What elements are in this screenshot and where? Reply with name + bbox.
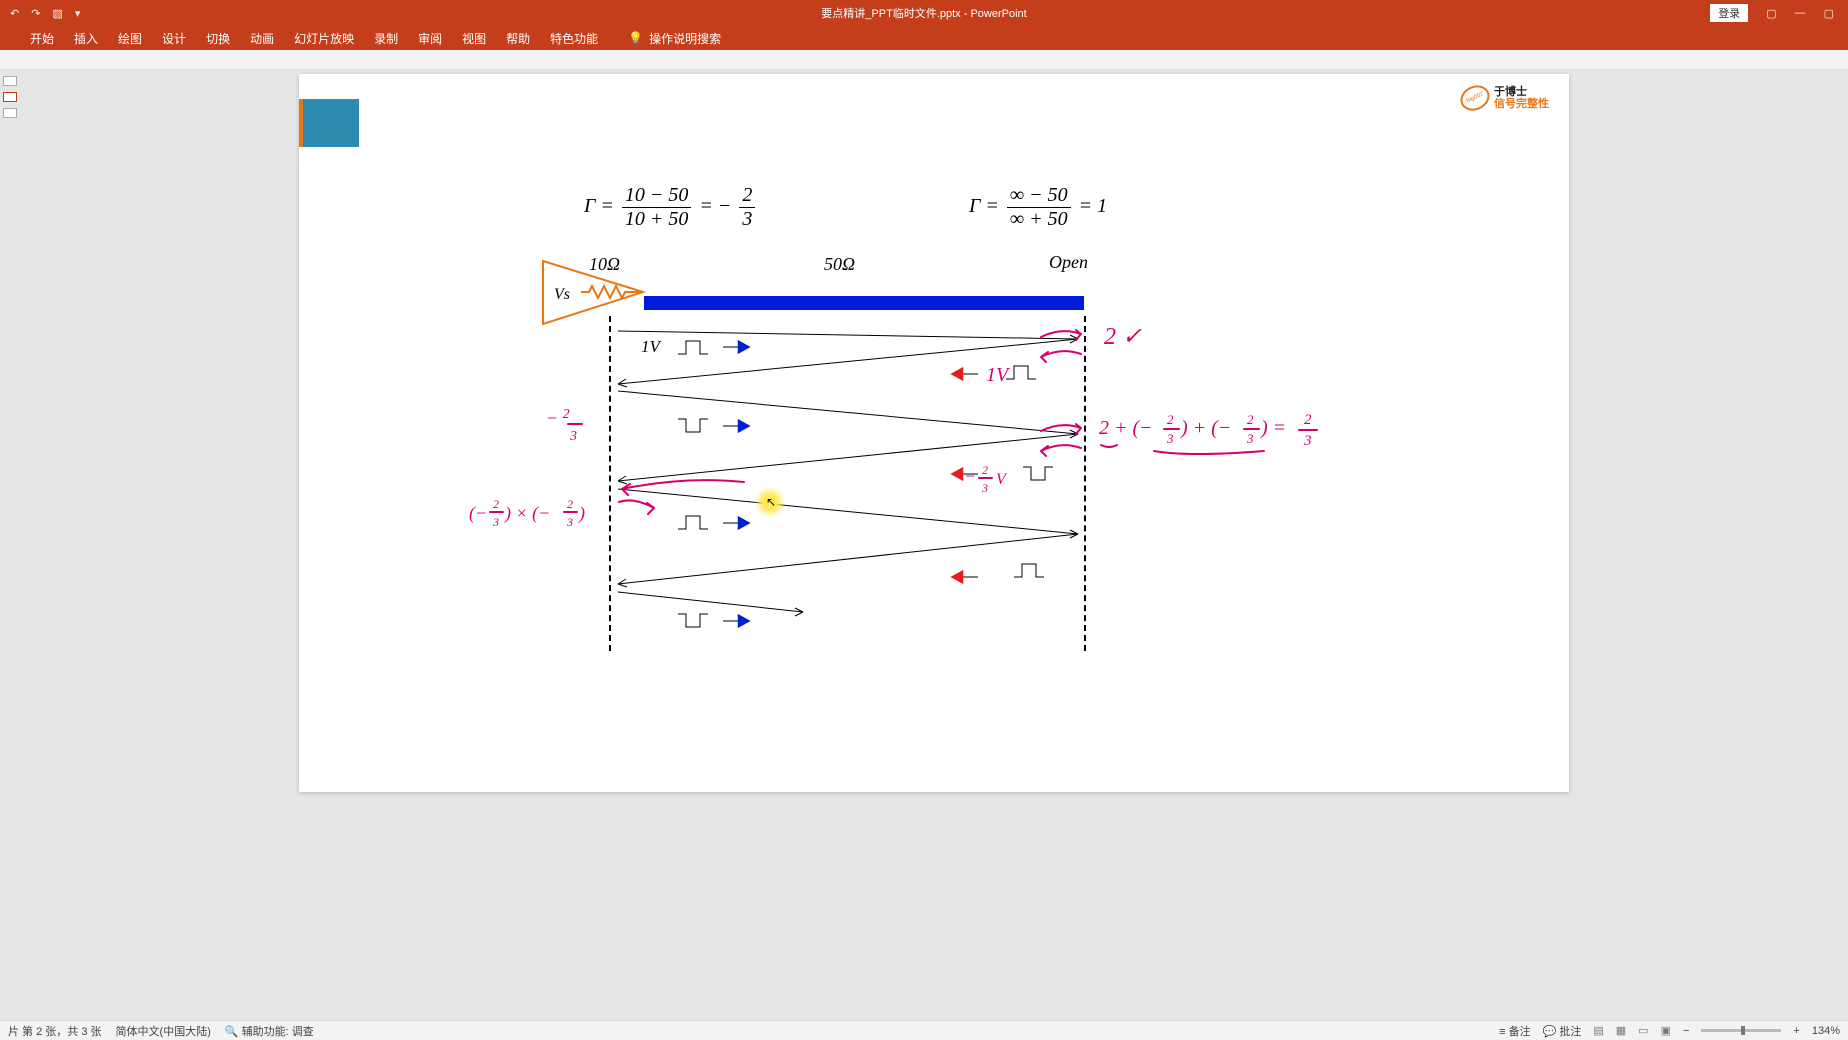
svg-text:) × (−: ) × (− (504, 503, 550, 524)
svg-text:2: 2 (982, 463, 988, 477)
thumbnail-3[interactable] (3, 108, 17, 118)
svg-text:3: 3 (981, 481, 988, 495)
tab-features[interactable]: 特色功能 (550, 30, 598, 47)
ann-sum: 2 + (− 2 3 ) + (− 2 3 ) = 2 3 (1099, 409, 1499, 469)
tab-design[interactable]: 设计 (162, 30, 186, 47)
formula-gamma-source: Γ = 10 − 5010 + 50 = − 23 (584, 184, 758, 231)
ribbon-toolbar (0, 50, 1848, 70)
tab-view[interactable]: 视图 (462, 30, 486, 47)
svg-text:2: 2 (1304, 412, 1312, 428)
logo-line2: 信号完整性 (1494, 98, 1549, 110)
tell-me-search[interactable]: 💡 操作说明搜索 (628, 30, 721, 47)
zoom-level[interactable]: 134% (1812, 1025, 1840, 1037)
ann-2v: 2 ✓ (1104, 324, 1174, 361)
label-1v: 1V (641, 337, 660, 357)
slideshow-view-icon[interactable]: ▣ (1661, 1024, 1671, 1037)
ann-squiggle-2 (1036, 342, 1106, 372)
slide-counter[interactable]: 片 第 2 张，共 3 张 (8, 1023, 102, 1039)
notes-button[interactable]: ≡ 备注 (1499, 1023, 1530, 1039)
slide-thumbnails[interactable] (0, 70, 20, 1020)
tab-help[interactable]: 帮助 (506, 30, 530, 47)
ann-neg23v: −2 3V (964, 462, 1029, 503)
logo-swoosh-icon: Sig007 (1456, 81, 1493, 115)
sorter-view-icon[interactable]: ▦ (1616, 1024, 1626, 1037)
zoom-in-icon[interactable]: + (1793, 1025, 1799, 1037)
qat-dropdown-icon[interactable]: ▾ (75, 7, 81, 20)
reading-view-icon[interactable]: ▭ (1638, 1024, 1648, 1037)
minimize-icon[interactable]: — (1795, 7, 1806, 19)
redo-icon[interactable]: ↷ (31, 7, 40, 20)
thumbnail-1[interactable] (3, 76, 17, 86)
svg-text:): ) (578, 503, 585, 524)
tab-draw[interactable]: 绘图 (118, 30, 142, 47)
undo-icon[interactable]: ↶ (10, 7, 19, 20)
svg-text:2 + (−: 2 + (− (1099, 417, 1153, 439)
tab-review[interactable]: 审阅 (418, 30, 442, 47)
from-beginning-icon[interactable]: ▧ (52, 7, 62, 20)
tab-transitions[interactable]: 切换 (206, 30, 230, 47)
language-indicator[interactable]: 简体中文(中国大陆) (116, 1023, 211, 1039)
svg-text:) =: ) = (1260, 417, 1286, 439)
formula-gamma-load: Γ = ∞ − 50∞ + 50 = 1 (969, 184, 1107, 231)
svg-text:2: 2 (1247, 412, 1254, 427)
accessibility-check[interactable]: 🔍 辅助功能: 调查 (225, 1023, 314, 1039)
tab-slideshow[interactable]: 幻灯片放映 (294, 30, 354, 47)
tab-insert[interactable]: 插入 (74, 30, 98, 47)
ann-1v: 1V (986, 364, 1008, 387)
svg-text:−: − (964, 466, 976, 486)
title-placeholder[interactable] (299, 99, 359, 147)
workspace: Sig007 于博士 信号完整性 Γ = 10 − 5010 + 50 = − … (0, 70, 1848, 1020)
normal-view-icon[interactable]: ▤ (1593, 1024, 1603, 1037)
svg-text:2: 2 (1167, 412, 1174, 427)
logo-line1: 于博士 (1494, 86, 1549, 98)
comments-button[interactable]: 💬 批注 (1543, 1023, 1582, 1039)
lightbulb-icon: 💡 (628, 31, 643, 45)
ann-neg23-left: − 23 (546, 406, 601, 452)
svg-text:3: 3 (1166, 431, 1174, 446)
svg-text:3: 3 (1303, 433, 1312, 449)
svg-text:3: 3 (1246, 431, 1254, 446)
title-bar: ↶ ↷ ▧ ▾ 要点精讲_PPT临时文件.pptx - PowerPoint 登… (0, 0, 1848, 26)
svg-text:) + (−: ) + (− (1180, 417, 1231, 439)
svg-text:3: 3 (566, 515, 573, 529)
label-vs: Vs (554, 286, 570, 304)
brand-logo: Sig007 于博士 信号完整性 (1460, 86, 1549, 110)
tab-record[interactable]: 录制 (374, 30, 398, 47)
tab-home[interactable]: 开始 (30, 30, 54, 47)
ann-squiggle-4 (1036, 436, 1106, 466)
ann-squiggle-6 (614, 494, 664, 519)
ribbon-options-icon[interactable]: ▢ (1766, 7, 1776, 20)
zoom-slider[interactable] (1701, 1029, 1781, 1032)
maximize-icon[interactable]: ▢ (1824, 7, 1834, 20)
status-bar: 片 第 2 张，共 3 张 简体中文(中国大陆) 🔍 辅助功能: 调查 ≡ 备注… (0, 1020, 1848, 1040)
svg-text:2: 2 (567, 497, 573, 511)
svg-text:V: V (996, 471, 1008, 488)
thumbnail-2[interactable] (3, 92, 17, 102)
svg-text:3: 3 (492, 515, 499, 529)
svg-text:(−: (− (469, 503, 487, 524)
svg-text:2 ✓: 2 ✓ (1104, 324, 1142, 350)
svg-text:3: 3 (569, 429, 577, 444)
transmission-line (644, 296, 1084, 310)
slide-canvas[interactable]: Sig007 于博士 信号完整性 Γ = 10 − 5010 + 50 = − … (20, 70, 1848, 1020)
svg-text:− 2: − 2 (546, 407, 570, 428)
zoom-out-icon[interactable]: − (1683, 1025, 1689, 1037)
tab-animations[interactable]: 动画 (250, 30, 274, 47)
cursor-icon: ↖ (766, 495, 776, 509)
label-open: Open (1049, 252, 1088, 273)
slide: Sig007 于博士 信号完整性 Γ = 10 − 5010 + 50 = − … (299, 74, 1569, 792)
svg-text:2: 2 (493, 497, 499, 511)
window-title: 要点精讲_PPT临时文件.pptx - PowerPoint (821, 5, 1026, 21)
label-z-line: 50Ω (824, 254, 855, 275)
login-button[interactable]: 登录 (1710, 4, 1748, 22)
ann-mult: (− 2 3 ) × (− 2 3 ) (469, 494, 604, 540)
ribbon-tabs: 开始 插入 绘图 设计 切换 动画 幻灯片放映 录制 审阅 视图 帮助 特色功能… (0, 26, 1848, 50)
